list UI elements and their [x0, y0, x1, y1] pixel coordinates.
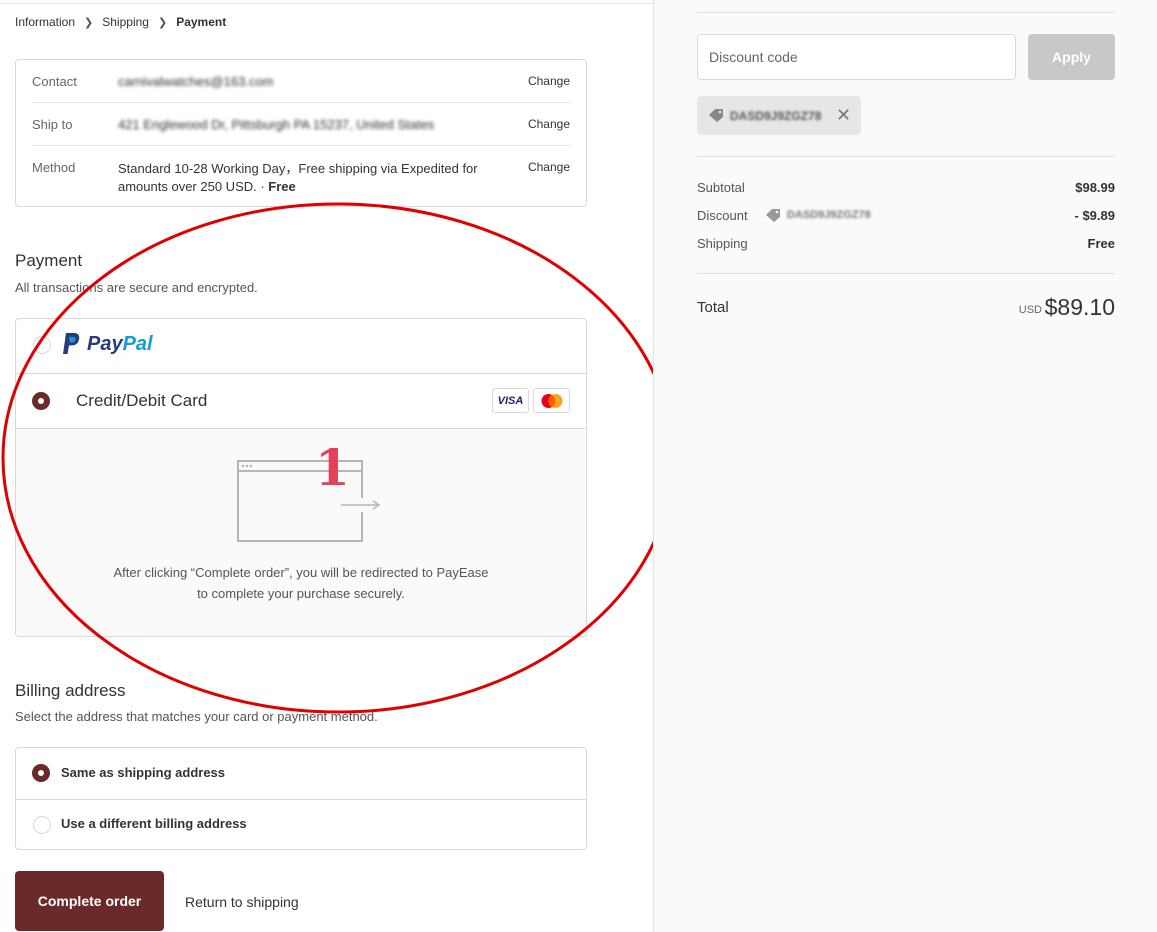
- shipto-value: 421 Englewood Dr, Pittsburgh PA 15237, U…: [118, 117, 435, 132]
- billing-different-radio[interactable]: [33, 816, 51, 834]
- method-value-line1: Standard 10-28 Working Day，Free shipping…: [118, 161, 478, 176]
- method-value: Standard 10-28 Working Day，Free shipping…: [118, 160, 478, 196]
- review-block: Contact carnivalwatches@163.com Change S…: [15, 59, 587, 207]
- change-contact-link[interactable]: Change: [528, 74, 570, 88]
- shipping-row: Shipping Free: [697, 236, 1115, 251]
- review-shipto-row: Ship to 421 Englewood Dr, Pittsburgh PA …: [32, 117, 570, 137]
- apply-discount-button[interactable]: Apply: [1028, 34, 1115, 80]
- applied-code: DASD9J9ZGZ78: [730, 109, 822, 123]
- billing-option-same[interactable]: Same as shipping address: [16, 748, 586, 799]
- complete-order-button[interactable]: Complete order: [15, 871, 164, 931]
- divider: [697, 273, 1115, 274]
- chevron-right-icon: ❯: [157, 16, 168, 29]
- billing-different-label: Use a different billing address: [61, 816, 247, 831]
- discount-code-inline: DASD9J9ZGZ78: [765, 208, 871, 222]
- return-to-shipping-link[interactable]: Return to shipping: [185, 894, 299, 910]
- tag-icon: [766, 209, 780, 222]
- shipto-label: Ship to: [32, 117, 73, 132]
- method-label: Method: [32, 160, 76, 175]
- billing-options: Same as shipping address Use a different…: [15, 747, 587, 850]
- remove-discount-icon[interactable]: ✕: [836, 105, 851, 126]
- method-free: Free: [268, 179, 296, 194]
- breadcrumb-information[interactable]: Information: [15, 15, 75, 29]
- breadcrumb: Information ❯ Shipping ❯ Payment: [15, 15, 226, 29]
- review-method-row: Method Standard 10-28 Working Day，Free s…: [32, 160, 570, 200]
- divider: [697, 12, 1115, 13]
- contact-value: carnivalwatches@163.com: [118, 74, 274, 89]
- review-contact-row: Contact carnivalwatches@163.com Change: [32, 74, 570, 94]
- discount-value: - $9.89: [1074, 208, 1115, 223]
- order-summary: Apply DASD9J9ZGZ78 ✕ Subtotal $98.99 Dis…: [653, 0, 1157, 932]
- shipping-value: Free: [1087, 236, 1115, 251]
- tag-icon: [709, 109, 723, 122]
- discount-code-text: DASD9J9ZGZ78: [787, 209, 871, 221]
- applied-discount-tag: DASD9J9ZGZ78 ✕: [697, 96, 861, 135]
- change-method-link[interactable]: Change: [528, 160, 570, 174]
- billing-option-different[interactable]: Use a different billing address: [16, 799, 586, 850]
- annotation-number: 1: [315, 438, 350, 497]
- shipping-label: Shipping: [697, 236, 748, 251]
- subtotal-row: Subtotal $98.99: [697, 180, 1115, 195]
- divider: [32, 102, 570, 103]
- divider: [32, 145, 570, 146]
- divider: [697, 156, 1115, 157]
- discount-code-input[interactable]: [697, 34, 1016, 80]
- currency-code: USD: [1018, 304, 1042, 316]
- discount-label: Discount: [697, 208, 748, 223]
- chevron-right-icon: ❯: [84, 16, 94, 29]
- subtotal-value: $98.99: [1075, 180, 1115, 195]
- billing-same-radio[interactable]: [32, 764, 50, 782]
- breadcrumb-payment: Payment: [176, 15, 227, 29]
- total-value: $89.10: [1044, 294, 1115, 320]
- top-divider: [0, 3, 653, 4]
- subtotal-label: Subtotal: [697, 180, 745, 195]
- method-value-line2: amounts over 250 USD. ·: [118, 179, 269, 194]
- contact-label: Contact: [32, 74, 77, 89]
- breadcrumb-shipping[interactable]: Shipping: [102, 15, 149, 29]
- billing-same-label: Same as shipping address: [61, 765, 226, 780]
- discount-row: Discount DASD9J9ZGZ78 - $9.89: [697, 208, 1115, 223]
- total-label: Total: [697, 299, 729, 316]
- change-shipto-link[interactable]: Change: [528, 117, 570, 131]
